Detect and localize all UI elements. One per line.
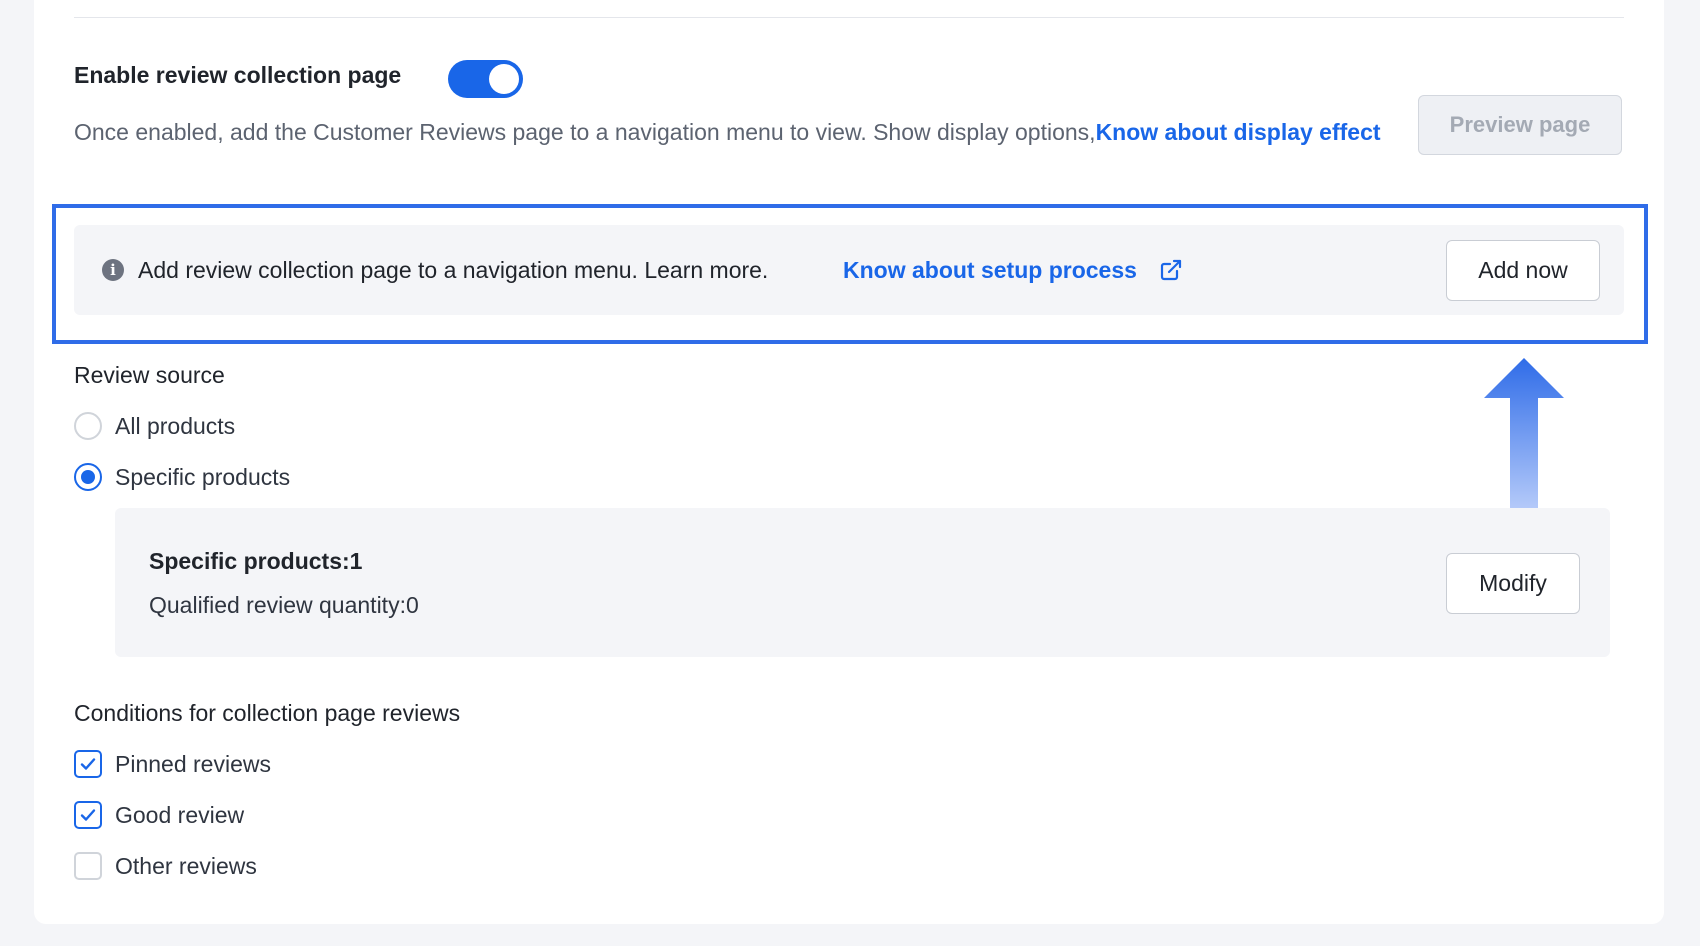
checkbox-good-review[interactable] [74, 801, 102, 829]
specific-products-panel [115, 508, 1610, 657]
pinned-reviews-label[interactable]: Pinned reviews [115, 751, 271, 778]
enable-review-page-title: Enable review collection page [74, 62, 402, 88]
other-reviews-label[interactable]: Other reviews [115, 853, 257, 880]
radio-specific-products[interactable] [74, 463, 102, 491]
modify-button[interactable]: Modify [1446, 553, 1580, 614]
up-arrow-annotation [1484, 358, 1564, 514]
divider [74, 17, 1624, 18]
enable-description: Once enabled, add the Customer Reviews p… [74, 112, 1394, 153]
specific-products-label[interactable]: Specific products [115, 464, 290, 491]
good-review-label[interactable]: Good review [115, 802, 244, 829]
preview-page-button[interactable]: Preview page [1418, 95, 1622, 155]
review-source-title: Review source [74, 362, 225, 388]
check-icon [80, 809, 96, 821]
checkbox-other-reviews[interactable] [74, 852, 102, 880]
description-text: Once enabled, add the Customer Reviews p… [74, 119, 1096, 145]
display-effect-link[interactable]: Know about display effect [1096, 119, 1381, 145]
toggle-knob [489, 64, 519, 94]
enable-review-page-toggle[interactable] [448, 60, 523, 98]
checkbox-pinned-reviews[interactable] [74, 750, 102, 778]
all-products-label[interactable]: All products [115, 413, 235, 440]
radio-all-products[interactable] [74, 412, 102, 440]
check-icon [80, 758, 96, 770]
qualified-review-quantity: Qualified review quantity:0 [149, 592, 419, 618]
specific-products-count: Specific products:1 [149, 548, 363, 574]
highlight-box [52, 204, 1648, 344]
conditions-title: Conditions for collection page reviews [74, 700, 461, 726]
